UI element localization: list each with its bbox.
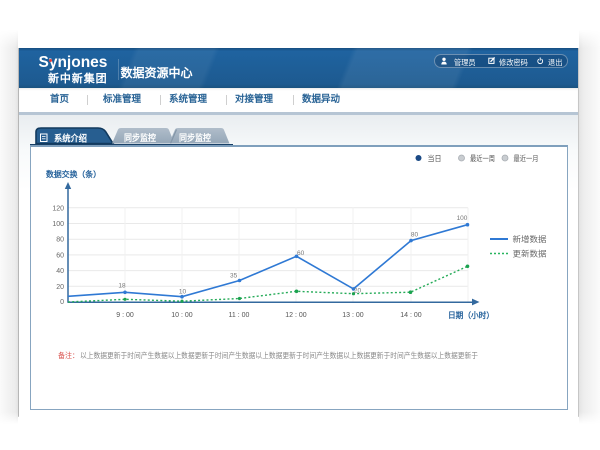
svg-text:80: 80 (56, 237, 64, 244)
svg-text:100: 100 (457, 215, 468, 222)
svg-text:以上数据更新于时间产生数据以上数据更新于时间产生数据以上数据: 以上数据更新于时间产生数据以上数据更新于时间产生数据以上数据更新于时间产生数据以… (80, 350, 478, 360)
svg-text:0: 0 (60, 299, 64, 306)
svg-text:当日: 当日 (428, 153, 442, 163)
svg-text:20: 20 (354, 288, 362, 295)
svg-text:20: 20 (56, 284, 64, 291)
svg-text:最近一月: 最近一月 (514, 153, 539, 163)
svg-text:80: 80 (411, 232, 419, 239)
svg-text:35: 35 (230, 273, 238, 280)
svg-text:更新数据: 更新数据 (513, 249, 547, 259)
svg-text:同步监控: 同步监控 (179, 132, 211, 143)
svg-text:备注：: 备注： (58, 350, 79, 360)
svg-text:14 : 00: 14 : 00 (400, 312, 422, 319)
svg-text:11 : 00: 11 : 00 (229, 312, 250, 319)
svg-text:日期（小时）: 日期（小时） (448, 310, 494, 320)
svg-text:40: 40 (56, 268, 64, 275)
svg-text:10: 10 (179, 289, 187, 296)
svg-text:120: 120 (52, 205, 64, 212)
svg-text:同步监控: 同步监控 (124, 132, 156, 143)
svg-text:系统介绍: 系统介绍 (54, 133, 87, 144)
svg-text:9 : 00: 9 : 00 (116, 312, 134, 319)
svg-text:18: 18 (118, 283, 126, 290)
svg-text:10 : 00: 10 : 00 (171, 312, 193, 319)
svg-text:13 : 00: 13 : 00 (342, 312, 364, 319)
svg-text:数据交换（条）: 数据交换（条） (46, 169, 101, 179)
svg-text:12 : 00: 12 : 00 (285, 312, 307, 319)
svg-text:60: 60 (56, 252, 64, 259)
svg-text:最近一周: 最近一周 (470, 153, 495, 163)
svg-text:60: 60 (297, 250, 305, 257)
svg-text:100: 100 (52, 221, 64, 228)
svg-text:新增数据: 新增数据 (513, 234, 547, 244)
